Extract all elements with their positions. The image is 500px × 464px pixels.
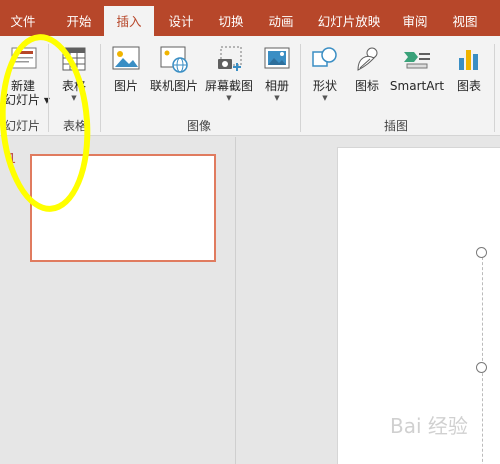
group-separator bbox=[494, 44, 495, 132]
ribbon-tab-bar: 文件 开始 插入 设计 切换 动画 幻灯片放映 审阅 视图 bbox=[0, 0, 500, 42]
chevron-down-icon: ▼ bbox=[274, 94, 280, 102]
resize-handle[interactable] bbox=[476, 362, 487, 373]
picture-icon bbox=[112, 46, 140, 70]
icons-button[interactable]: 图标 bbox=[348, 44, 386, 93]
placeholder-border bbox=[482, 252, 500, 464]
picture-label: 图片 bbox=[113, 79, 138, 93]
online-picture-button[interactable]: 联机图片 bbox=[146, 44, 202, 93]
shapes-button[interactable]: 形状 ▼ bbox=[306, 44, 344, 103]
picture-button[interactable]: 图片 bbox=[106, 44, 146, 93]
chart-button[interactable]: 图表 bbox=[450, 44, 488, 93]
tab-slideshow[interactable]: 幻灯片放映 bbox=[308, 0, 390, 36]
online-picture-label: 联机图片 bbox=[149, 79, 198, 93]
tab-design[interactable]: 设计 bbox=[158, 0, 204, 36]
chart-label: 图表 bbox=[456, 79, 481, 93]
watermark: Bai 经验 bbox=[390, 414, 468, 438]
photo-album-label: 相册 bbox=[264, 79, 289, 93]
shapes-label: 形状 bbox=[312, 79, 337, 93]
chart-icon bbox=[459, 50, 478, 70]
group-separator bbox=[100, 44, 101, 132]
photo-album-icon bbox=[264, 47, 290, 69]
icons-label: 图标 bbox=[354, 79, 379, 93]
resize-handle[interactable] bbox=[476, 247, 487, 258]
shapes-icon bbox=[312, 47, 337, 67]
smartart-button[interactable]: SmartArt bbox=[388, 44, 446, 93]
group-label-images: 图像 bbox=[187, 119, 212, 133]
screenshot-icon bbox=[218, 46, 242, 71]
tab-home[interactable]: 开始 bbox=[56, 0, 102, 36]
tab-file[interactable]: 文件 bbox=[0, 0, 46, 36]
tab-animations[interactable]: 动画 bbox=[258, 0, 304, 36]
group-label-illustrations: 插图 bbox=[384, 119, 409, 133]
chevron-down-icon: ▼ bbox=[226, 94, 232, 102]
tab-view[interactable]: 视图 bbox=[442, 0, 488, 36]
screenshot-label: 屏幕截图 bbox=[204, 79, 253, 93]
screenshot-button[interactable]: 屏幕截图 ▼ bbox=[202, 44, 256, 103]
photo-album-button[interactable]: 相册 ▼ bbox=[258, 44, 296, 103]
online-picture-icon bbox=[160, 46, 188, 73]
tab-review[interactable]: 审阅 bbox=[392, 0, 438, 36]
smartart-icon bbox=[404, 52, 430, 69]
chevron-down-icon: ▼ bbox=[322, 94, 328, 102]
icons-icon bbox=[357, 47, 378, 71]
group-separator bbox=[300, 44, 301, 132]
smartart-label: SmartArt bbox=[389, 79, 445, 93]
tab-transitions[interactable]: 切换 bbox=[208, 0, 254, 36]
